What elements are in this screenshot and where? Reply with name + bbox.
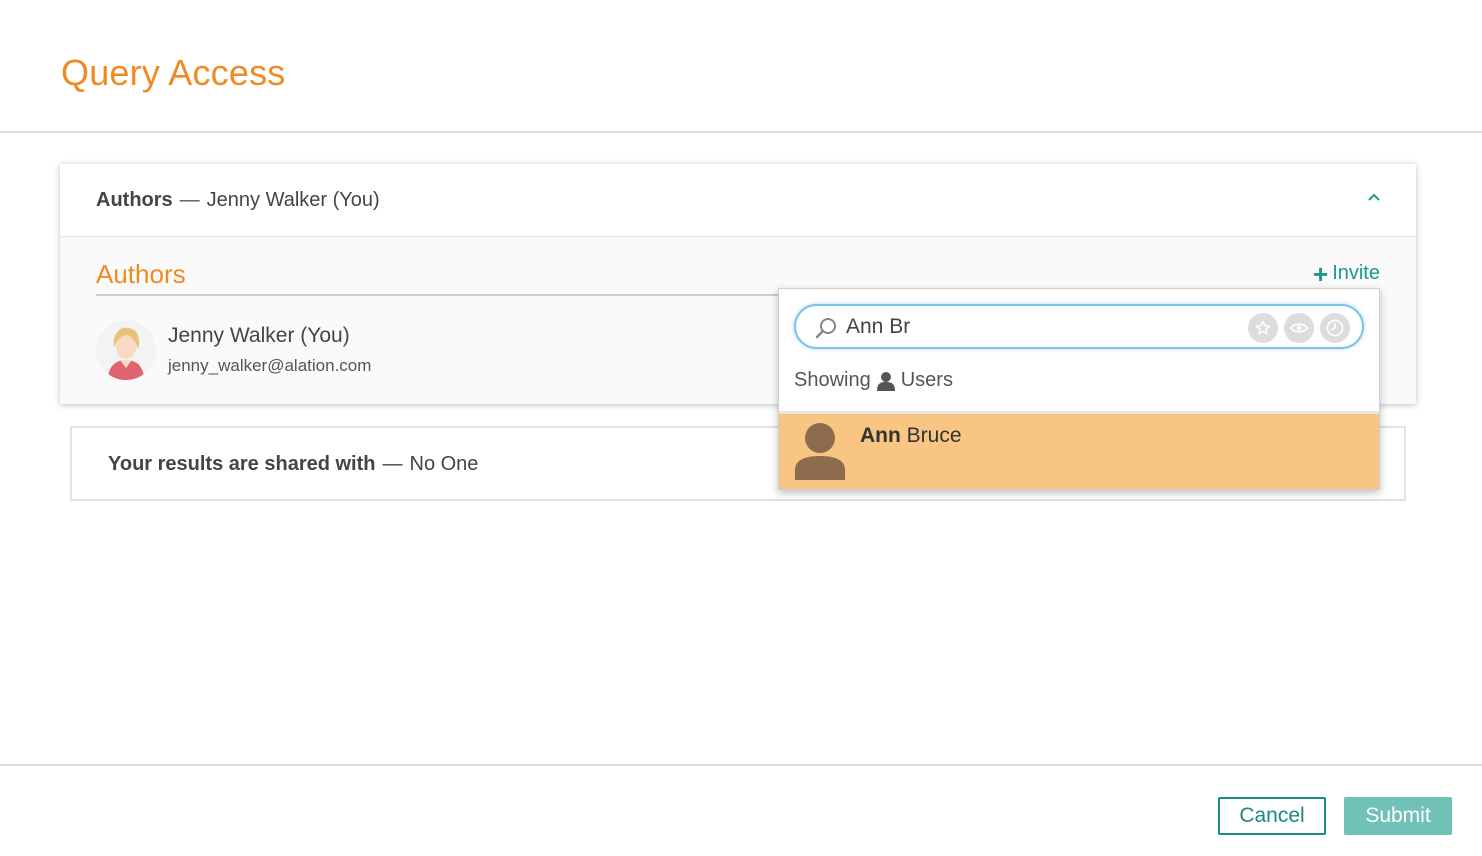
- showing-scope: Showing Users: [794, 369, 953, 392]
- search-input[interactable]: [846, 313, 1236, 341]
- authors-panel-header[interactable]: Authors — Jenny Walker (You): [60, 164, 1416, 237]
- dialog-header: Query Access: [0, 0, 1482, 133]
- authors-section-title: Authors: [96, 259, 186, 289]
- search-result-item[interactable]: Ann Bruce: [779, 414, 1379, 489]
- authors-summary-separator: —: [179, 189, 200, 211]
- submit-button[interactable]: Submit: [1344, 797, 1452, 835]
- invite-label: Invite: [1332, 262, 1380, 284]
- star-icon: [1255, 320, 1271, 335]
- avatar: [96, 320, 156, 380]
- clock-filter-button[interactable]: [1320, 313, 1350, 343]
- user-search-dropdown: Showing Users Ann Bruce: [778, 288, 1380, 490]
- authors-summary-label: Authors: [96, 189, 173, 211]
- shared-with-separator: —: [382, 453, 403, 475]
- author-name: Jenny Walker (You): [168, 324, 350, 347]
- shared-with-summary: Your results are shared with — No One: [108, 453, 478, 476]
- cancel-button[interactable]: Cancel: [1218, 797, 1326, 835]
- star-filter-button[interactable]: [1248, 313, 1278, 343]
- search-result-rest: Bruce: [900, 424, 962, 447]
- page-title: Query Access: [61, 52, 286, 93]
- search-icon: [815, 318, 836, 339]
- showing-scope-value: Users: [900, 369, 953, 391]
- authors-summary: Authors — Jenny Walker (You): [96, 189, 380, 212]
- invite-button[interactable]: + Invite: [1313, 258, 1380, 289]
- author-email: jenny_walker@alation.com: [168, 356, 372, 375]
- authors-summary-value: Jenny Walker (You): [206, 189, 380, 211]
- clock-icon: [1326, 319, 1344, 337]
- user-icon: [876, 371, 895, 391]
- search-box[interactable]: [794, 304, 1364, 349]
- plus-icon: +: [1313, 258, 1329, 289]
- section-divider: [96, 294, 816, 296]
- search-result-name: Ann Bruce: [860, 424, 962, 448]
- search-result-match: Ann: [860, 424, 901, 447]
- shared-with-label: Your results are shared with: [108, 453, 376, 475]
- chevron-up-icon[interactable]: [1366, 190, 1382, 206]
- eye-filter-button[interactable]: [1284, 313, 1314, 343]
- user-placeholder-icon: [795, 423, 845, 480]
- dialog-footer: Cancel Submit: [0, 764, 1482, 856]
- eye-icon: [1289, 323, 1309, 333]
- showing-label: Showing: [794, 369, 871, 391]
- shared-with-value: No One: [409, 453, 479, 475]
